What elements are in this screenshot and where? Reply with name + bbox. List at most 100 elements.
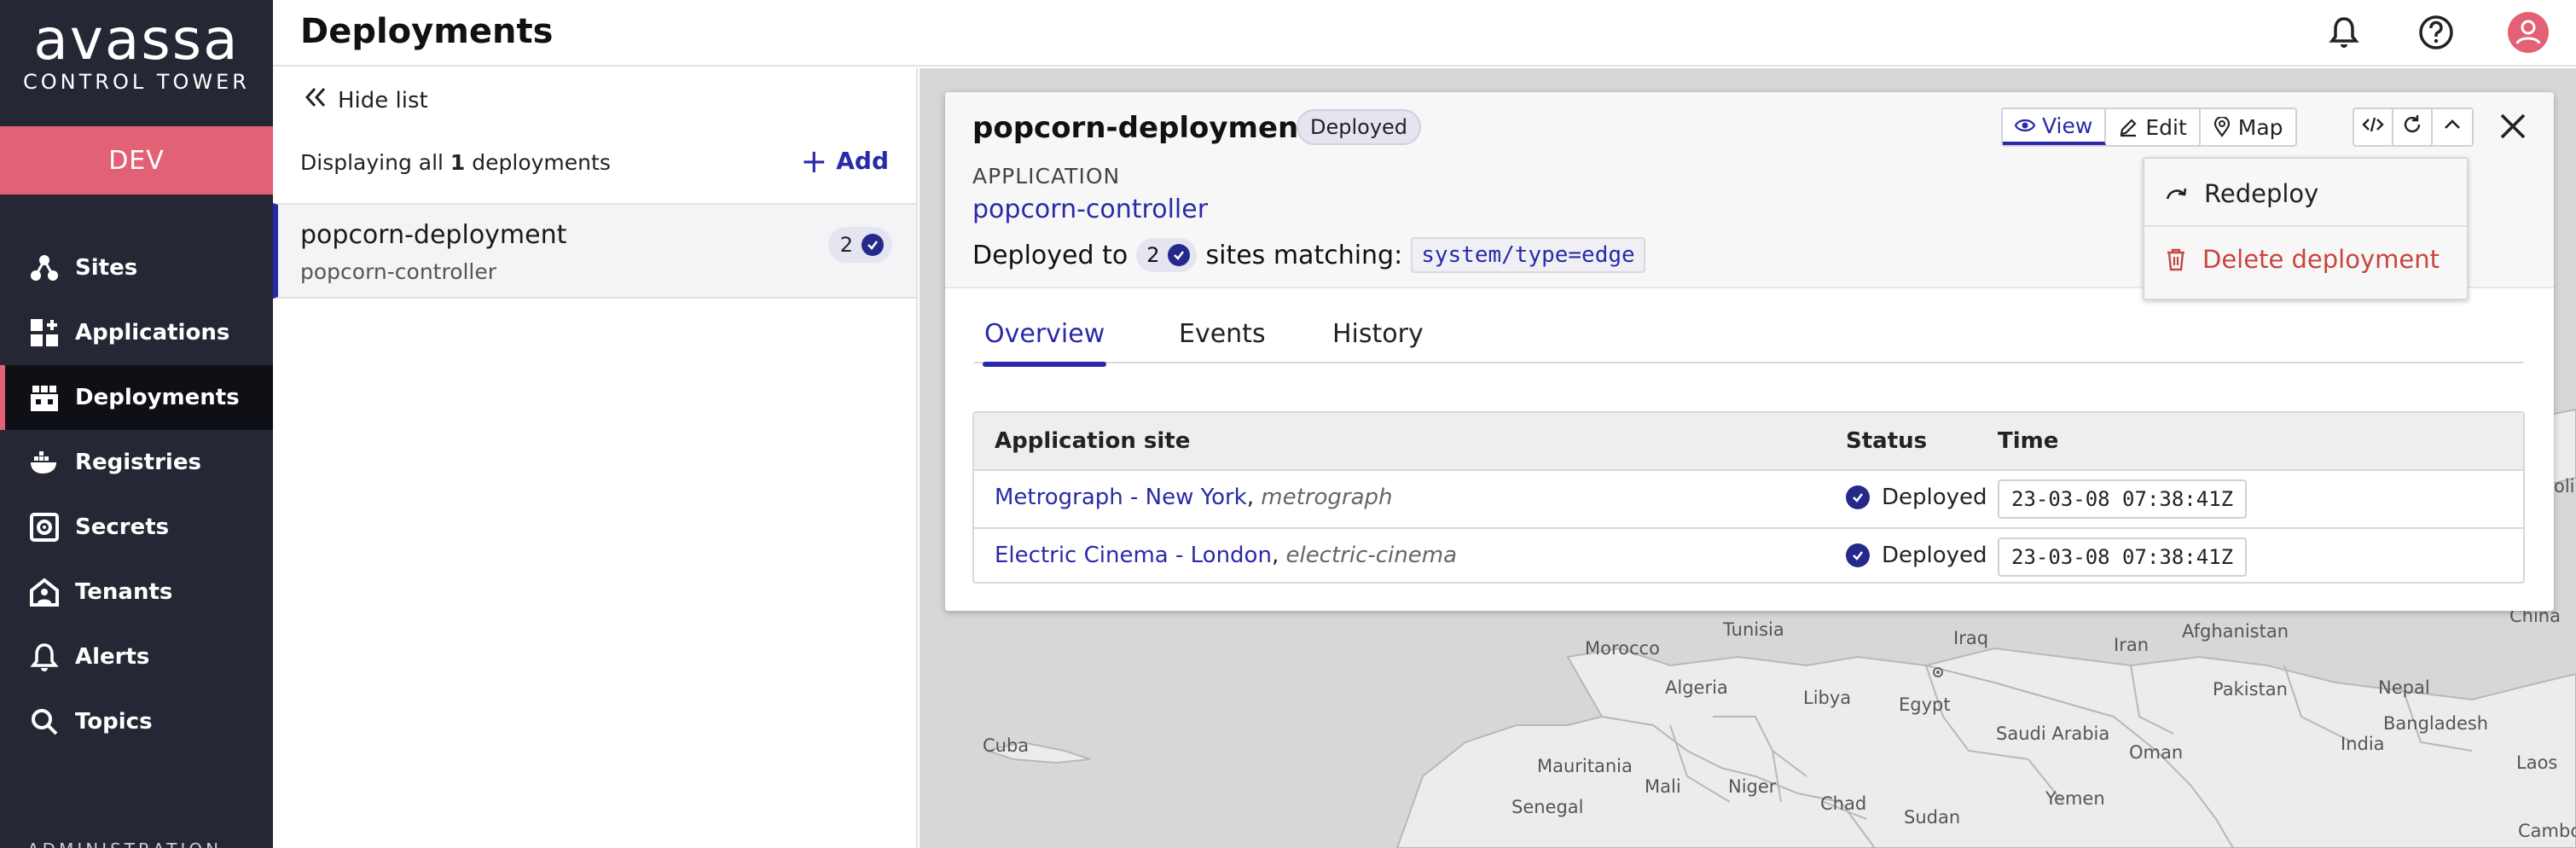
refresh-icon [2402, 114, 2422, 140]
registries-icon [27, 445, 61, 479]
site-count: 2 [1146, 243, 1160, 267]
secrets-icon [27, 510, 61, 544]
map-label: Sudan [1904, 807, 1961, 828]
sidebar-item-applications[interactable]: Applications [0, 300, 273, 365]
site-link[interactable]: Electric Cinema - London [995, 543, 1272, 568]
map-label: Bangladesh [2383, 713, 2489, 734]
notifications-bell-icon[interactable] [2322, 10, 2366, 55]
table-row[interactable]: Electric Cinema - London, electric-cinem… [974, 527, 2523, 582]
chevron-up-icon [2442, 114, 2463, 140]
view-mode-buttons: View Edit Map [2001, 107, 2297, 147]
view-button[interactable]: View [2003, 109, 2107, 145]
column-time[interactable]: Time [1998, 428, 2058, 454]
table-row[interactable]: Metrograph - New York, metrograph Deploy… [974, 471, 2523, 527]
pencil-icon [2118, 117, 2138, 137]
map-label: Map [2237, 114, 2283, 140]
close-icon [2498, 112, 2527, 144]
view-label: View [2042, 113, 2093, 138]
sidebar-item-label: Deployments [75, 385, 240, 410]
site-count-badge: 2 [827, 227, 892, 263]
logo[interactable]: avassa CONTROL TOWER [0, 12, 273, 95]
map-label: Mauritania [1537, 756, 1633, 776]
map-label: Cambo [2518, 821, 2576, 841]
sidebar-item-label: Secrets [75, 514, 170, 540]
help-icon[interactable] [2414, 10, 2458, 55]
edit-label: Edit [2145, 114, 2187, 140]
map-label: Yemen [2045, 788, 2105, 809]
deployments-icon [27, 380, 61, 415]
status-cell: Deployed [1846, 485, 1987, 510]
site-count-badge: 2 [1136, 238, 1198, 272]
deployment-list-panel: Hide list Displaying all 1 deployments +… [273, 68, 918, 848]
site-count: 2 [839, 233, 853, 257]
hide-list-label: Hide list [338, 87, 428, 113]
column-application-site[interactable]: Application site [995, 428, 1190, 454]
map-label: Saudi Arabia [1996, 723, 2110, 744]
plus-icon: + [800, 142, 828, 180]
sidebar-item-label: Sites [75, 255, 138, 281]
sidebar-item-label: Topics [75, 709, 153, 735]
bell-icon [27, 640, 61, 674]
list-count-text: Displaying all 1 deployments [300, 150, 611, 175]
brand-subtitle: CONTROL TOWER [23, 70, 250, 94]
delete-label: Delete deployment [2202, 245, 2440, 274]
redeploy-menu-item[interactable]: Redeploy [2144, 162, 2467, 227]
site-id: metrograph [1261, 485, 1393, 510]
map-label: Tunisia [1723, 619, 1784, 640]
application-label: APPLICATION [972, 164, 1121, 189]
tab-events[interactable]: Events [1179, 319, 1266, 363]
map-label: Egypt [1899, 694, 1951, 715]
map-label: Algeria [1665, 677, 1728, 698]
map-label: Oman [2129, 742, 2184, 763]
trash-icon [2165, 247, 2187, 271]
edit-button[interactable]: Edit [2106, 109, 2201, 145]
map-label: Morocco [1585, 638, 1660, 659]
sidebar-item-tenants[interactable]: Tenants [0, 560, 273, 624]
delete-deployment-menu-item[interactable]: Delete deployment [2144, 227, 2467, 292]
search-icon [27, 705, 61, 739]
tab-history[interactable]: History [1332, 319, 1424, 363]
add-deployment-button[interactable]: + Add [800, 142, 889, 180]
map-label: Mali [1645, 776, 1681, 797]
site-match-expression: system/type=edge [1411, 237, 1645, 273]
administration-heading: ADMINISTRATION [27, 839, 222, 848]
site-cell: Electric Cinema - London, electric-cinem… [995, 543, 1457, 568]
sidebar-item-secrets[interactable]: Secrets [0, 495, 273, 560]
map-label: Senegal [1511, 797, 1584, 817]
applications-icon [27, 316, 61, 350]
sidebar-item-sites[interactable]: Sites [0, 235, 273, 300]
time-cell: 23-03-08 07:38:41Z [1998, 479, 2248, 519]
map-label: Pakistan [2213, 679, 2288, 700]
comma-separator: , [1246, 485, 1262, 510]
tab-overview[interactable]: Overview [982, 319, 1107, 367]
check-circle-icon [862, 234, 884, 256]
check-circle-icon [1168, 244, 1191, 266]
list-item[interactable]: popcorn-deployment popcorn-controller 2 [273, 203, 916, 299]
code-view-button[interactable] [2354, 109, 2393, 145]
deployment-application: popcorn-controller [300, 259, 497, 284]
map-label: Niger [1728, 776, 1777, 797]
close-detail-button[interactable] [2494, 109, 2532, 147]
sidebar-item-registries[interactable]: Registries [0, 430, 273, 495]
sidebar-item-alerts[interactable]: Alerts [0, 624, 273, 689]
column-status[interactable]: Status [1846, 428, 1927, 454]
eye-icon [2015, 115, 2035, 136]
collapse-menu-button[interactable] [2433, 109, 2472, 145]
sidebar-item-label: Tenants [75, 579, 173, 605]
map-button[interactable]: Map [2201, 109, 2295, 145]
top-bar: Deployments [273, 0, 2576, 67]
application-link[interactable]: popcorn-controller [972, 195, 1208, 224]
site-id: electric-cinema [1285, 543, 1458, 568]
actions-dropdown-menu: Redeploy Delete deployment [2143, 157, 2469, 300]
hide-list-button[interactable]: Hide list [304, 85, 428, 115]
sidebar-item-deployments[interactable]: Deployments [0, 365, 273, 430]
deployed-suffix: sites matching: [1205, 240, 1403, 270]
page-title: Deployments [300, 12, 554, 51]
comma-separator: , [1271, 543, 1286, 568]
sidebar-item-label: Registries [75, 450, 201, 475]
sidebar: avassa CONTROL TOWER DEV Sites Applicati… [0, 0, 273, 848]
user-avatar-icon[interactable] [2506, 10, 2550, 55]
sidebar-item-topics[interactable]: Topics [0, 689, 273, 754]
refresh-button[interactable] [2393, 109, 2433, 145]
site-link[interactable]: Metrograph - New York [995, 485, 1247, 510]
